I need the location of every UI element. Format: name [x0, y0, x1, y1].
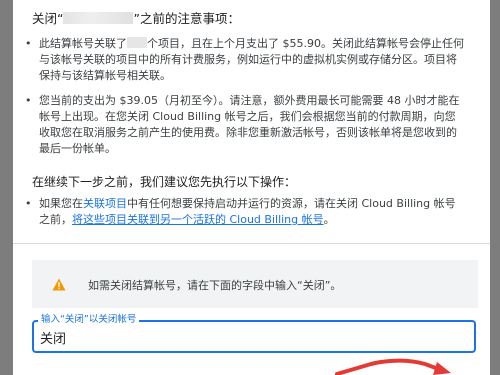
recommend-text: 。: [323, 213, 335, 226]
notice-item: 您当前的支出为 $39.05（月初至今）。请注意，额外费用最长可能需要 48 小…: [19, 93, 465, 157]
notice-list: 此结算帐号关联了个项目，且在上个月支出了 $55.90。关闭此结算帐号会停止任何…: [19, 36, 465, 166]
recommend-list: 如果您在关联项目中有任何想要保持启动并运行的资源，请在关闭 Cloud Bill…: [19, 196, 465, 228]
dialog-title-prefix: 关闭“: [32, 11, 64, 26]
recommend-item: 如果您在关联项目中有任何想要保持启动并运行的资源，请在关闭 Cloud Bill…: [19, 196, 465, 228]
redacted-project-count: [127, 37, 147, 48]
confirm-close-input[interactable]: [40, 328, 460, 346]
linked-projects-link[interactable]: 关联项目: [83, 197, 127, 210]
warning-banner: 如需关闭结算帐号，请在下面的字段中输入“关闭”。: [32, 260, 478, 308]
recommend-text: 如果您在: [39, 197, 83, 210]
divider: [13, 243, 490, 244]
warning-icon: [52, 278, 66, 291]
redacted-account-name: [63, 12, 134, 24]
confirm-close-field-label: 输入“关闭”以关闭帐号: [38, 314, 140, 326]
page-backdrop-right: [490, 0, 500, 375]
dialog-title: 关闭“ ”之前的注意事项：: [32, 8, 240, 27]
page-backdrop-left: [0, 0, 13, 375]
warning-text: 如需关闭结算帐号，请在下面的字段中输入“关闭”。: [88, 279, 342, 292]
annotation-arrow-icon: [335, 358, 451, 375]
link-projects-to-other-account-link[interactable]: 将这些项目关联到另一个活跃的 Cloud Billing 帐号: [72, 213, 324, 226]
close-billing-account-dialog: 关闭“ ”之前的注意事项： 此结算帐号关联了个项目，且在上个月支出了 $55.90…: [13, 0, 490, 375]
notice-item: 此结算帐号关联了个项目，且在上个月支出了 $55.90。关闭此结算帐号会停止任何…: [19, 36, 465, 84]
notice-text: 您当前的支出为 $39.05（月初至今）。请注意，额外费用最长可能需要 48 小…: [39, 94, 460, 155]
dialog-title-suffix: ”之前的注意事项：: [133, 11, 240, 26]
notice-text: 此结算帐号关联了: [39, 37, 127, 50]
recommend-heading: 在继续下一步之前，我们建议您先执行以下操作：: [32, 175, 297, 189]
